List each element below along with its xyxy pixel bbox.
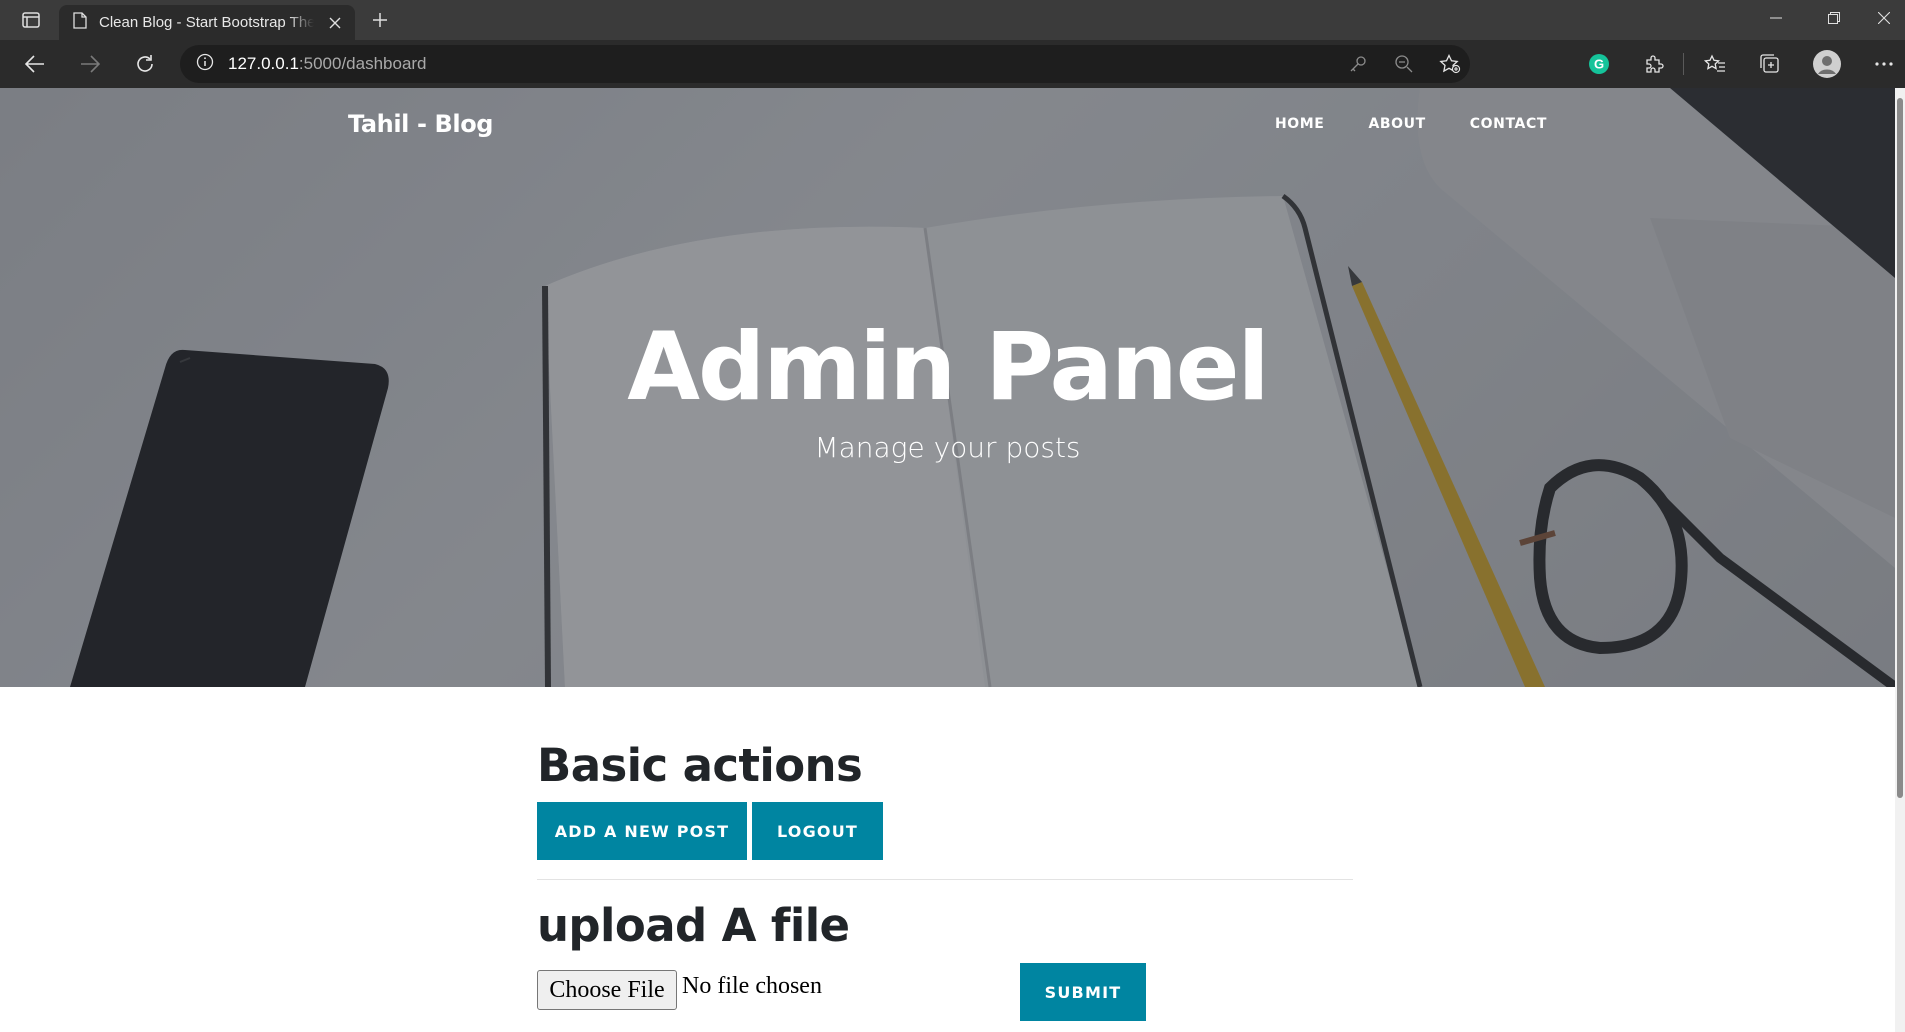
extensions-icon[interactable] <box>1642 52 1666 76</box>
key-icon[interactable] <box>1346 52 1370 76</box>
nav-link-contact[interactable]: CONTACT <box>1470 116 1547 132</box>
masthead: Tahil - Blog HOME ABOUT CONTACT Admin Pa… <box>0 88 1895 687</box>
section-divider <box>537 879 1353 880</box>
zoom-out-icon[interactable] <box>1392 52 1416 76</box>
close-tab-icon[interactable] <box>325 13 345 33</box>
svg-text:G: G <box>1594 57 1604 72</box>
browser-tab-active[interactable]: Clean Blog - Start Bootstrap Theme <box>59 5 355 40</box>
url-text: 127.0.0.1:5000/dashboard <box>228 54 427 74</box>
grammarly-icon[interactable]: G <box>1587 52 1611 76</box>
close-window-icon[interactable] <box>1863 0 1905 36</box>
nav-link-about[interactable]: ABOUT <box>1368 116 1425 132</box>
main-nav: HOME ABOUT CONTACT <box>1275 116 1547 132</box>
favorites-icon[interactable] <box>1703 52 1727 76</box>
address-bar[interactable]: 127.0.0.1:5000/dashboard <box>180 45 1470 83</box>
window-controls <box>1747 0 1905 36</box>
basic-actions-heading: Basic actions <box>537 739 863 792</box>
toolbar-separator <box>1683 53 1684 75</box>
new-tab-icon[interactable] <box>365 8 395 32</box>
page-subtitle: Manage your posts <box>814 431 1081 464</box>
page-scrollbar[interactable] <box>1895 88 1905 1032</box>
site-info-icon[interactable] <box>196 53 214 76</box>
nav-link-home[interactable]: HOME <box>1275 116 1325 132</box>
navbar-brand[interactable]: Tahil - Blog <box>348 110 493 138</box>
upload-file-heading: upload A file <box>537 899 850 952</box>
browser-tab-bar: Clean Blog - Start Bootstrap Theme <box>0 0 1905 40</box>
browser-toolbar: 127.0.0.1:5000/dashboard G <box>0 40 1905 88</box>
scrollbar-thumb[interactable] <box>1897 98 1903 798</box>
submit-button[interactable]: SUBMIT <box>1020 963 1146 1021</box>
tab-title: Clean Blog - Start Bootstrap Theme <box>99 14 314 31</box>
tab-actions-icon[interactable] <box>14 8 48 32</box>
logout-button[interactable]: LOGOUT <box>752 802 883 860</box>
profile-avatar-icon[interactable] <box>1812 49 1842 79</box>
restore-icon[interactable] <box>1805 0 1863 36</box>
url-host: 127.0.0.1 <box>228 54 299 73</box>
page-title: Admin Panel <box>627 313 1270 422</box>
file-status-text: No file chosen <box>682 973 822 999</box>
add-new-post-button[interactable]: ADD A NEW POST <box>537 802 747 860</box>
collections-icon[interactable] <box>1758 52 1782 76</box>
page-icon <box>73 11 87 34</box>
minimize-icon[interactable] <box>1747 0 1805 36</box>
more-menu-icon[interactable] <box>1872 52 1896 76</box>
refresh-icon[interactable] <box>128 48 162 80</box>
forward-icon[interactable] <box>73 48 107 80</box>
back-icon[interactable] <box>18 48 52 80</box>
choose-file-button[interactable]: Choose File <box>537 970 677 1010</box>
add-favorite-icon[interactable] <box>1438 52 1462 76</box>
url-path: :5000/dashboard <box>298 54 427 73</box>
